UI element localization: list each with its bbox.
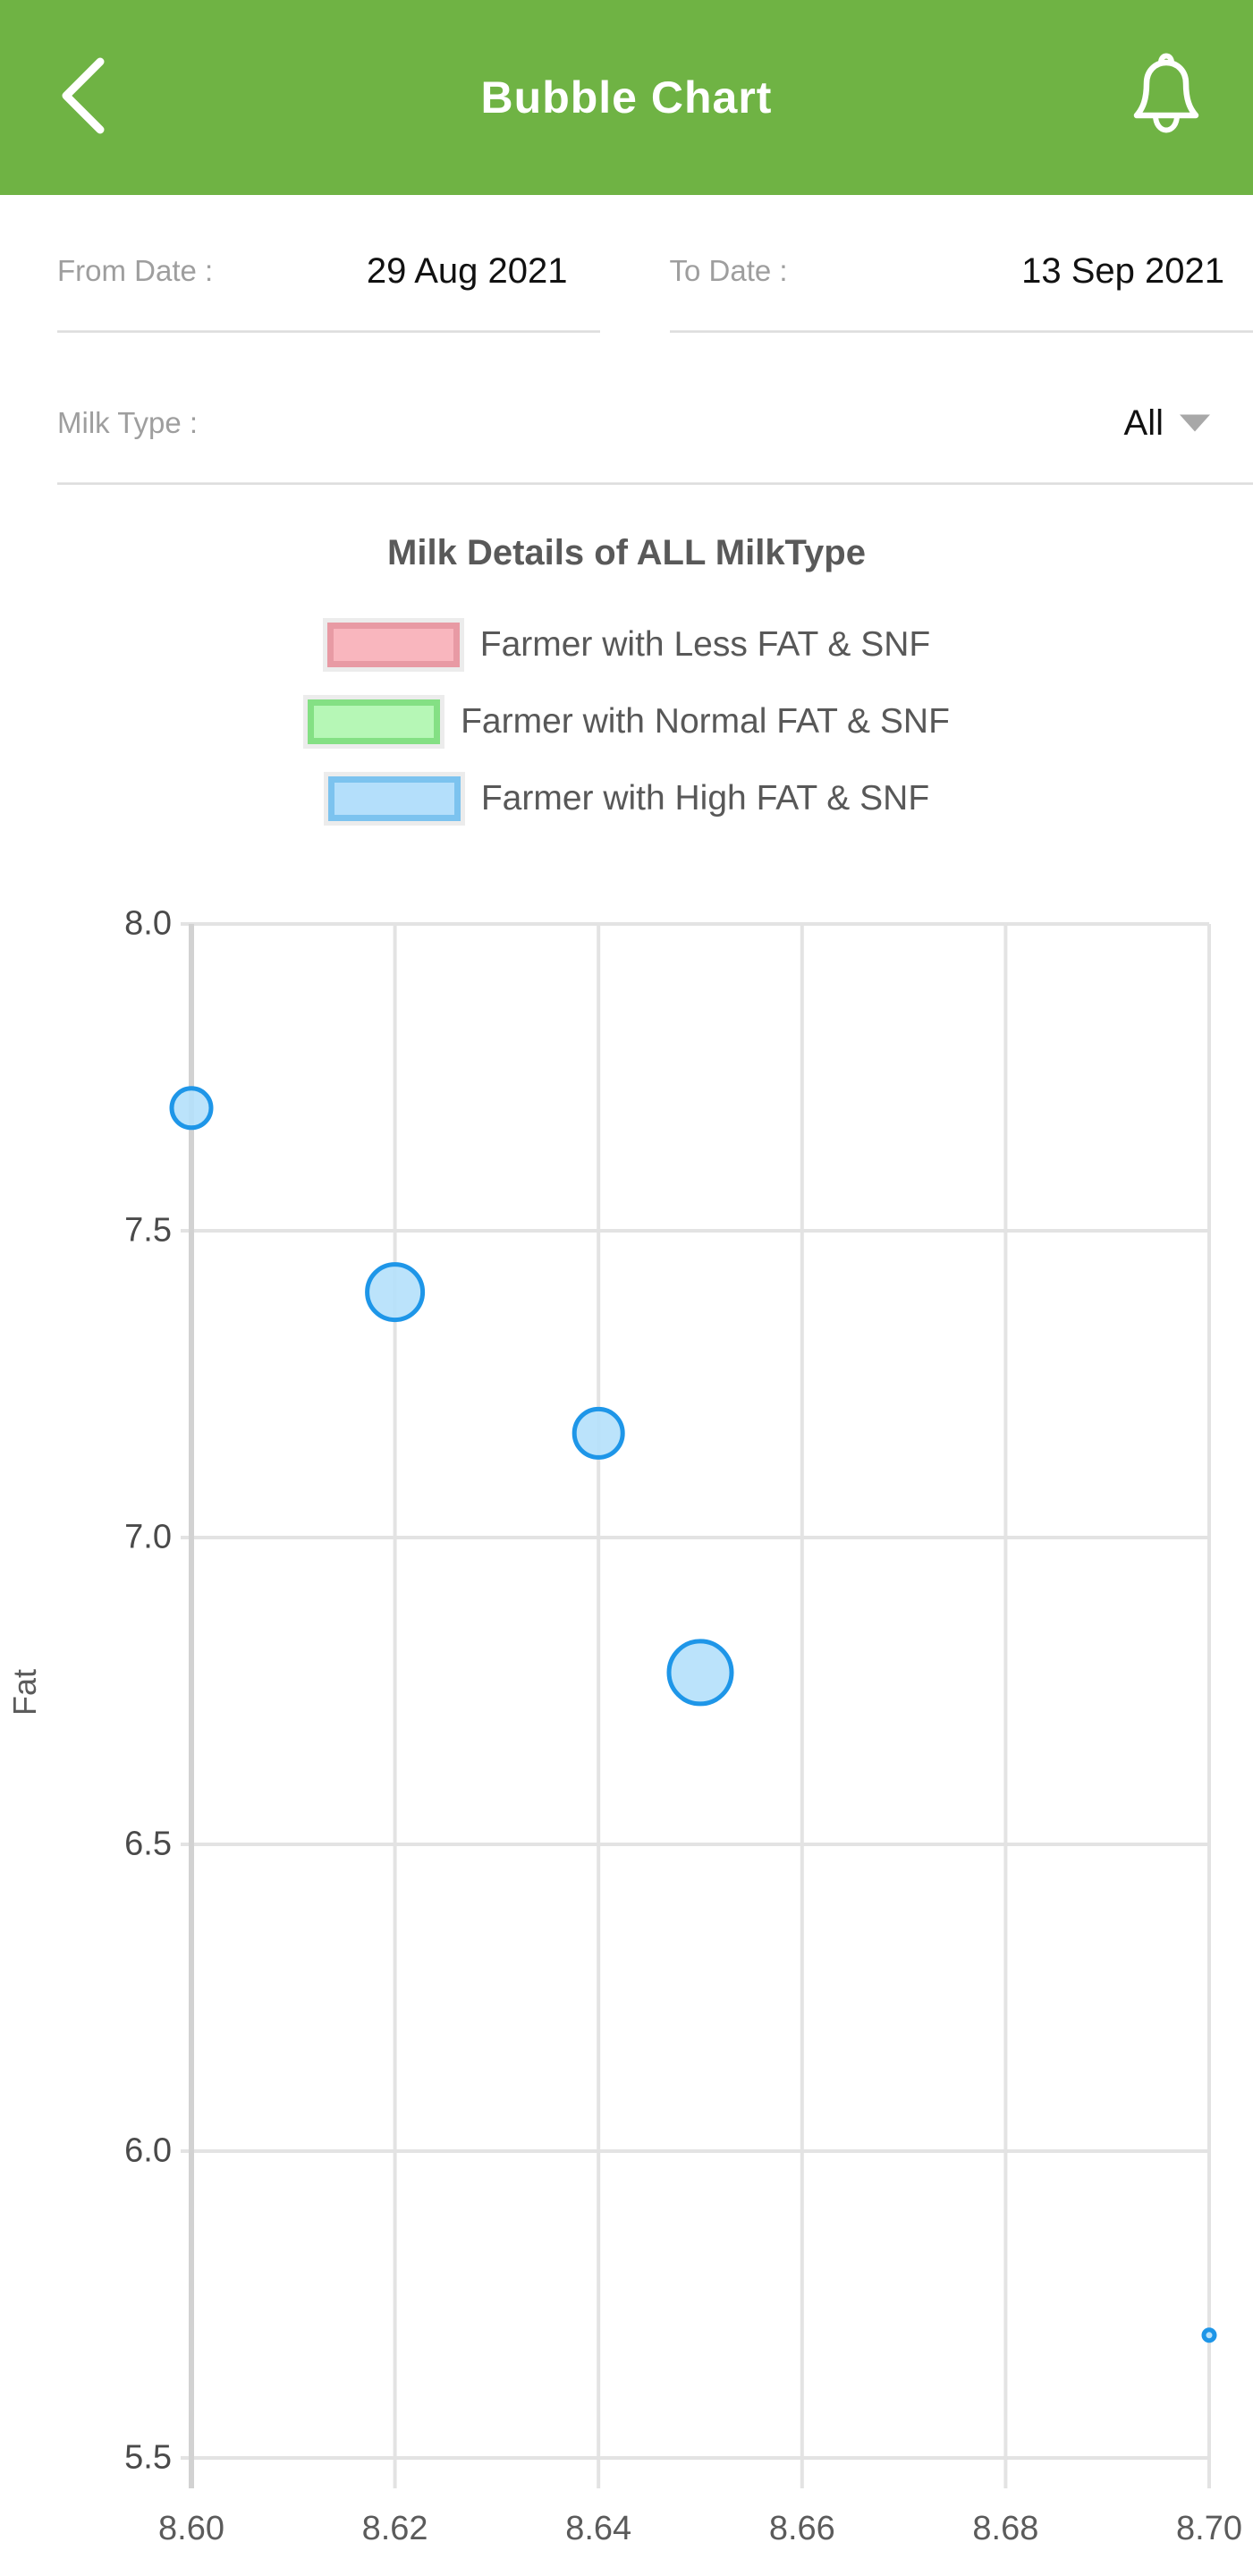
to-date-underline [669,330,1253,333]
milk-type-label: Milk Type : [57,406,199,439]
x-axis-tick-label: 8.62 [361,2510,428,2547]
axis-labels: 5.5 6.0 6.5 7.0 7.5 8.0 8.60 8.62 8.64 8.66 8.68 8.… [0,499,1253,2556]
y-axis-tick-label: 8.0 [124,904,172,943]
chevron-down-icon[interactable] [1180,414,1210,432]
from-date-underline [57,330,600,333]
filter-section: From Date : 29 Aug 2021 To Date : 13 Sep… [0,195,1253,499]
bell-icon [1125,52,1207,143]
notifications-button[interactable] [1117,48,1215,147]
x-axis-tick-label: 8.66 [768,2510,835,2547]
to-date-field[interactable]: To Date : 13 Sep 2021 [627,195,1253,347]
y-axis-tick-label: 6.0 [124,2131,172,2170]
to-date-label: To Date : [669,254,788,287]
y-axis-tick-label: 7.5 [124,1211,172,1250]
from-date-value[interactable]: 29 Aug 2021 [367,251,568,292]
page-title: Bubble Chart [480,72,773,123]
milk-type-field[interactable]: Milk Type : All [0,347,1253,499]
x-axis-tick-label: 8.70 [1176,2510,1242,2547]
from-date-field[interactable]: From Date : 29 Aug 2021 [0,195,627,347]
milk-type-value[interactable]: All [1124,403,1164,444]
bubble-chart: Milk Details of ALL MilkType Farmer with… [0,499,1253,2556]
x-axis-tick-label: 8.68 [972,2510,1039,2547]
x-axis-tick-label: 8.64 [565,2510,632,2547]
date-filter-row: From Date : 29 Aug 2021 To Date : 13 Sep… [0,195,1253,347]
y-axis-tick-label: 6.5 [124,1825,172,1863]
y-axis-title: Fat [6,1668,43,1716]
app-header: Bubble Chart [0,0,1253,195]
y-axis-tick-label: 7.0 [124,1518,172,1556]
from-date-label: From Date : [57,254,214,287]
milk-type-filter-row: Milk Type : All [0,347,1253,499]
to-date-value[interactable]: 13 Sep 2021 [1021,251,1224,292]
y-axis-tick-label: 5.5 [124,2438,172,2477]
x-axis-tick-label: 8.60 [158,2510,224,2547]
milk-type-underline [57,482,1253,485]
